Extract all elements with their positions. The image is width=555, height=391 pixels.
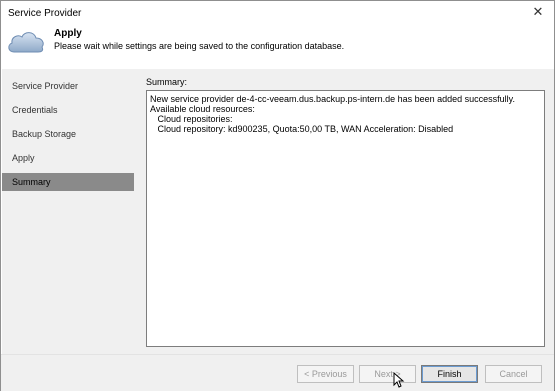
sidebar-item-summary[interactable]: Summary — [2, 173, 134, 191]
summary-label: Summary: — [146, 77, 188, 87]
finish-button[interactable]: Finish — [421, 365, 478, 383]
title-bar: Service Provider ✕ — [1, 1, 554, 25]
cancel-button[interactable]: Cancel — [485, 365, 542, 383]
mouse-pointer-icon — [393, 372, 405, 388]
wizard-window: Service Provider ✕ Apply Please wait whi… — [0, 0, 555, 391]
wizard-footer: < Previous Next > Finish Cancel — [1, 354, 554, 391]
close-icon[interactable]: ✕ — [530, 4, 546, 20]
sidebar-item-service-provider[interactable]: Service Provider — [2, 77, 134, 95]
wizard-steps-sidebar: Service Provider Credentials Backup Stor… — [2, 69, 134, 354]
header-title: Apply — [54, 28, 82, 39]
cloud-icon — [8, 32, 44, 53]
sidebar-item-apply[interactable]: Apply — [2, 149, 134, 167]
sidebar-item-backup-storage[interactable]: Backup Storage — [2, 125, 134, 143]
summary-textbox[interactable]: New service provider de-4-cc-veeam.dus.b… — [146, 90, 545, 347]
summary-panel: Summary: New service provider de-4-cc-ve… — [134, 69, 554, 354]
previous-button[interactable]: < Previous — [297, 365, 354, 383]
wizard-header: Apply Please wait while settings are bei… — [1, 25, 554, 63]
header-subtitle: Please wait while settings are being sav… — [54, 41, 345, 51]
next-button[interactable]: Next > — [359, 365, 416, 383]
sidebar-item-credentials[interactable]: Credentials — [2, 101, 134, 119]
window-title: Service Provider — [8, 8, 82, 19]
